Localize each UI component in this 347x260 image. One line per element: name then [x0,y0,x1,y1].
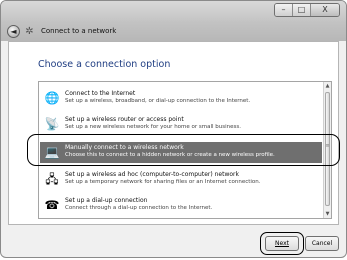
close-button[interactable]: X [310,4,339,16]
window-title: Connect to a network [41,27,117,35]
option-title: Connect to the Internet [65,90,136,97]
option-description: Set up a wireless, broadband, or dial-up… [65,98,251,104]
option-description: Connect through a dial-up connection to … [65,205,213,211]
minimize-button[interactable]: – [275,4,292,16]
window-controls: – □ X [274,3,340,17]
option-description: Set up a temporary network for sharing f… [65,179,261,185]
option-title: Set up a wireless router or access point [65,116,184,123]
wizard-content: Choose a connection option 🌐 Connect to … [8,41,340,225]
scroll-down-arrow-icon[interactable]: ▼ [324,210,331,218]
wizard-window: – □ X ◄ ✲ Connect to a network Choose a … [0,0,347,258]
dialup-phone-icon: ☎ [44,198,60,212]
cancel-button[interactable]: Cancel [305,236,339,251]
option-title: Set up a wireless ad hoc (computer-to-co… [65,171,239,178]
selection-highlight-ring [27,134,340,166]
scroll-up-arrow-icon[interactable]: ▲ [324,82,331,90]
maximize-button[interactable]: □ [292,4,310,16]
ad-hoc-network-icon: 🖧 [45,172,59,186]
option-ad-hoc[interactable]: 🖧 Set up a wireless ad hoc (computer-to-… [40,169,322,190]
network-wizard-icon: ✲ [25,26,34,37]
title-bar: – □ X ◄ ✲ Connect to a network [1,1,346,41]
router-icon: 📡 [44,117,60,131]
option-connect-internet[interactable]: 🌐 Connect to the Internet Set up a wirel… [40,88,322,109]
option-setup-router[interactable]: 📡 Set up a wireless router or access poi… [40,114,322,135]
next-button-label: Next [275,240,289,247]
option-title: Set up a dial-up connection [65,197,148,204]
page-heading: Choose a connection option [38,59,171,70]
next-button[interactable]: Next [265,236,299,251]
back-arrow-icon[interactable]: ◄ [7,25,20,38]
globe-icon: 🌐 [44,91,60,105]
option-dial-up[interactable]: ☎ Set up a dial-up connection Connect th… [40,195,322,216]
option-description: Set up a new wireless network for your h… [65,124,242,130]
